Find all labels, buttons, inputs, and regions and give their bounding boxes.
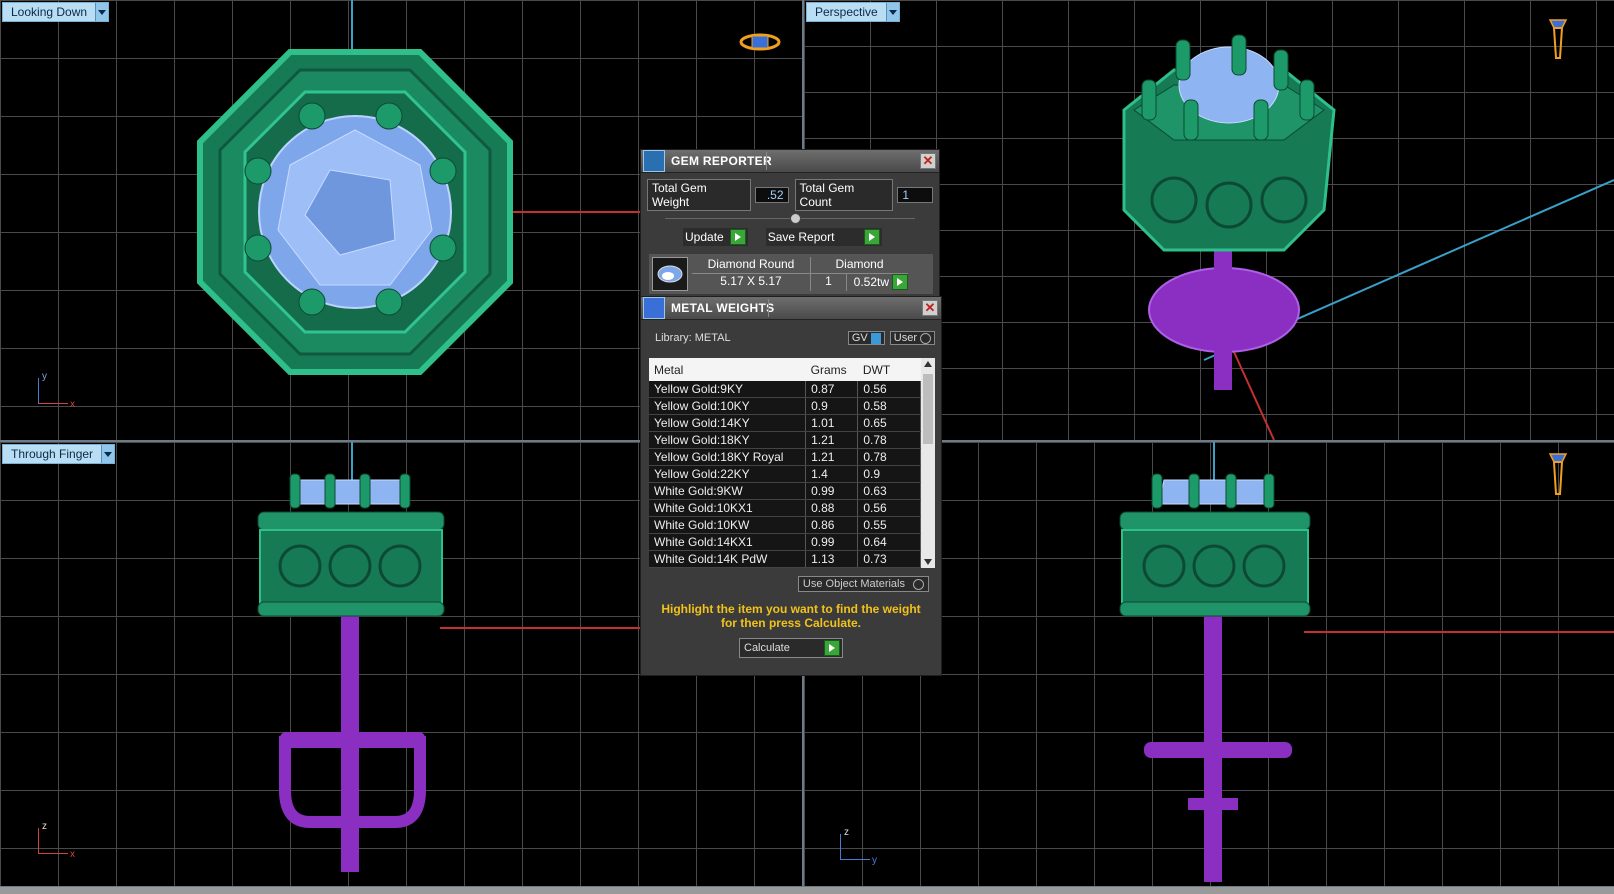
play-icon	[824, 640, 840, 656]
table-scrollbar[interactable]	[921, 358, 935, 568]
gv-library-toggle[interactable]: GV	[847, 331, 885, 345]
title-divider	[766, 152, 917, 170]
play-icon	[864, 229, 881, 245]
metal-table: Metal Grams DWT Yellow Gold:9KY 0.87 0.56 …	[649, 358, 921, 568]
ring-gizmo-icon[interactable]	[738, 30, 782, 54]
viewport-view-selector[interactable]: Through Finger	[2, 444, 116, 464]
table-row[interactable]: White Gold:14KX1 0.99 0.64	[649, 533, 921, 551]
table-row[interactable]: White Gold:9KW 0.99 0.63	[649, 482, 921, 500]
chevron-down-icon[interactable]	[885, 3, 899, 21]
calculate-button[interactable]: Calculate	[739, 638, 843, 658]
calculate-row: Calculate	[641, 630, 941, 658]
panel-title: METAL WEIGHTS	[671, 301, 775, 315]
table-row[interactable]: Yellow Gold:18KY 1.21 0.78	[649, 431, 921, 449]
scrollbar-thumb[interactable]	[923, 374, 933, 444]
toggle-off-icon	[913, 578, 924, 590]
diamond-round-icon	[652, 257, 688, 291]
column-header-metal[interactable]: Metal	[649, 358, 806, 381]
gem-reporter-titlebar[interactable]: GEM REPORTER ✕	[641, 150, 939, 173]
gem-reporter-panel: GEM REPORTER ✕ Total Gem Weight .52 Tota…	[640, 149, 940, 297]
metal-weights-panel: METAL WEIGHTS ✕ Library: METAL GV User M…	[640, 296, 942, 676]
gem-report-icon	[643, 150, 665, 172]
axis-indicator: z x	[38, 821, 78, 860]
splitter-handle-icon[interactable]	[790, 213, 801, 224]
table-row[interactable]: Yellow Gold:10KY 0.9 0.58	[649, 397, 921, 415]
gem-size: 5.17 X 5.17	[720, 273, 782, 288]
column-header-grams[interactable]: Grams	[805, 358, 858, 381]
close-icon[interactable]: ✕	[922, 300, 938, 316]
axis-indicator: y x	[38, 371, 78, 410]
table-row[interactable]: Yellow Gold:14KY 1.01 0.65	[649, 414, 921, 432]
title-divider	[768, 299, 919, 317]
instruction-text: Highlight the item you want to find the …	[661, 602, 921, 630]
column-header-dwt[interactable]: DWT	[857, 358, 921, 381]
total-weight-field[interactable]: .52	[754, 187, 789, 203]
gem-gizmo-icon[interactable]	[1546, 14, 1570, 62]
total-weight-label: Total Gem Weight	[647, 179, 751, 211]
object-materials-row: Use Object Materials	[641, 568, 941, 592]
scroll-up-icon[interactable]	[924, 361, 932, 367]
toggle-on-icon	[870, 332, 881, 344]
close-icon[interactable]: ✕	[920, 153, 936, 169]
table-row[interactable]: White Gold:10KW 0.86 0.55	[649, 516, 921, 534]
gem-weight: 0.52tw	[853, 275, 889, 290]
gem-totals-row: Total Gem Weight .52 Total Gem Count 1	[641, 173, 939, 211]
gem-list-item[interactable]: Diamond Round Diamond 5.17 X 5.17 1 0.52…	[649, 254, 933, 294]
metal-weights-titlebar[interactable]: METAL WEIGHTS ✕	[641, 297, 941, 320]
table-row[interactable]: Yellow Gold:9KY 0.87 0.56	[649, 381, 921, 398]
user-library-toggle[interactable]: User	[889, 331, 935, 345]
toggle-off-icon	[920, 332, 931, 344]
play-icon[interactable]	[892, 274, 908, 291]
table-row[interactable]: White Gold:14K PdW 1.13 0.73	[649, 550, 921, 568]
metal-table-container[interactable]: Metal Grams DWT Yellow Gold:9KY 0.87 0.56 …	[649, 358, 935, 568]
table-header: Metal Grams DWT	[649, 358, 921, 381]
play-icon	[729, 229, 746, 245]
gem-material: Diamond	[810, 257, 908, 274]
chevron-down-icon[interactable]	[101, 445, 115, 463]
total-count-label: Total Gem Count	[794, 179, 894, 211]
use-object-materials-toggle[interactable]: Use Object Materials	[797, 576, 929, 592]
viewport-label: Through Finger	[11, 447, 94, 461]
viewport-view-selector[interactable]: Looking Down	[2, 2, 110, 22]
viewport-label: Perspective	[815, 5, 878, 19]
viewport-view-selector[interactable]: Perspective	[806, 2, 900, 22]
scroll-down-icon[interactable]	[924, 559, 932, 565]
scale-icon	[643, 297, 665, 319]
library-row: Library: METAL GV User	[641, 320, 941, 352]
chevron-down-icon[interactable]	[95, 3, 109, 21]
axis-indicator: z y	[840, 827, 880, 866]
panel-title: GEM REPORTER	[671, 154, 772, 168]
total-count-field[interactable]: 1	[897, 187, 933, 203]
gem-shape: Diamond Round	[692, 257, 810, 274]
viewport-label: Looking Down	[11, 5, 88, 19]
library-label: Library: METAL	[655, 332, 731, 344]
table-row[interactable]: White Gold:10KX1 0.88 0.56	[649, 499, 921, 517]
gem-count: 1	[810, 273, 846, 291]
gem-gizmo-icon[interactable]	[1546, 448, 1570, 500]
table-row[interactable]: Yellow Gold:22KY 1.4 0.9	[649, 465, 921, 483]
table-row[interactable]: Yellow Gold:18KY Royal 1.21 0.78	[649, 448, 921, 466]
